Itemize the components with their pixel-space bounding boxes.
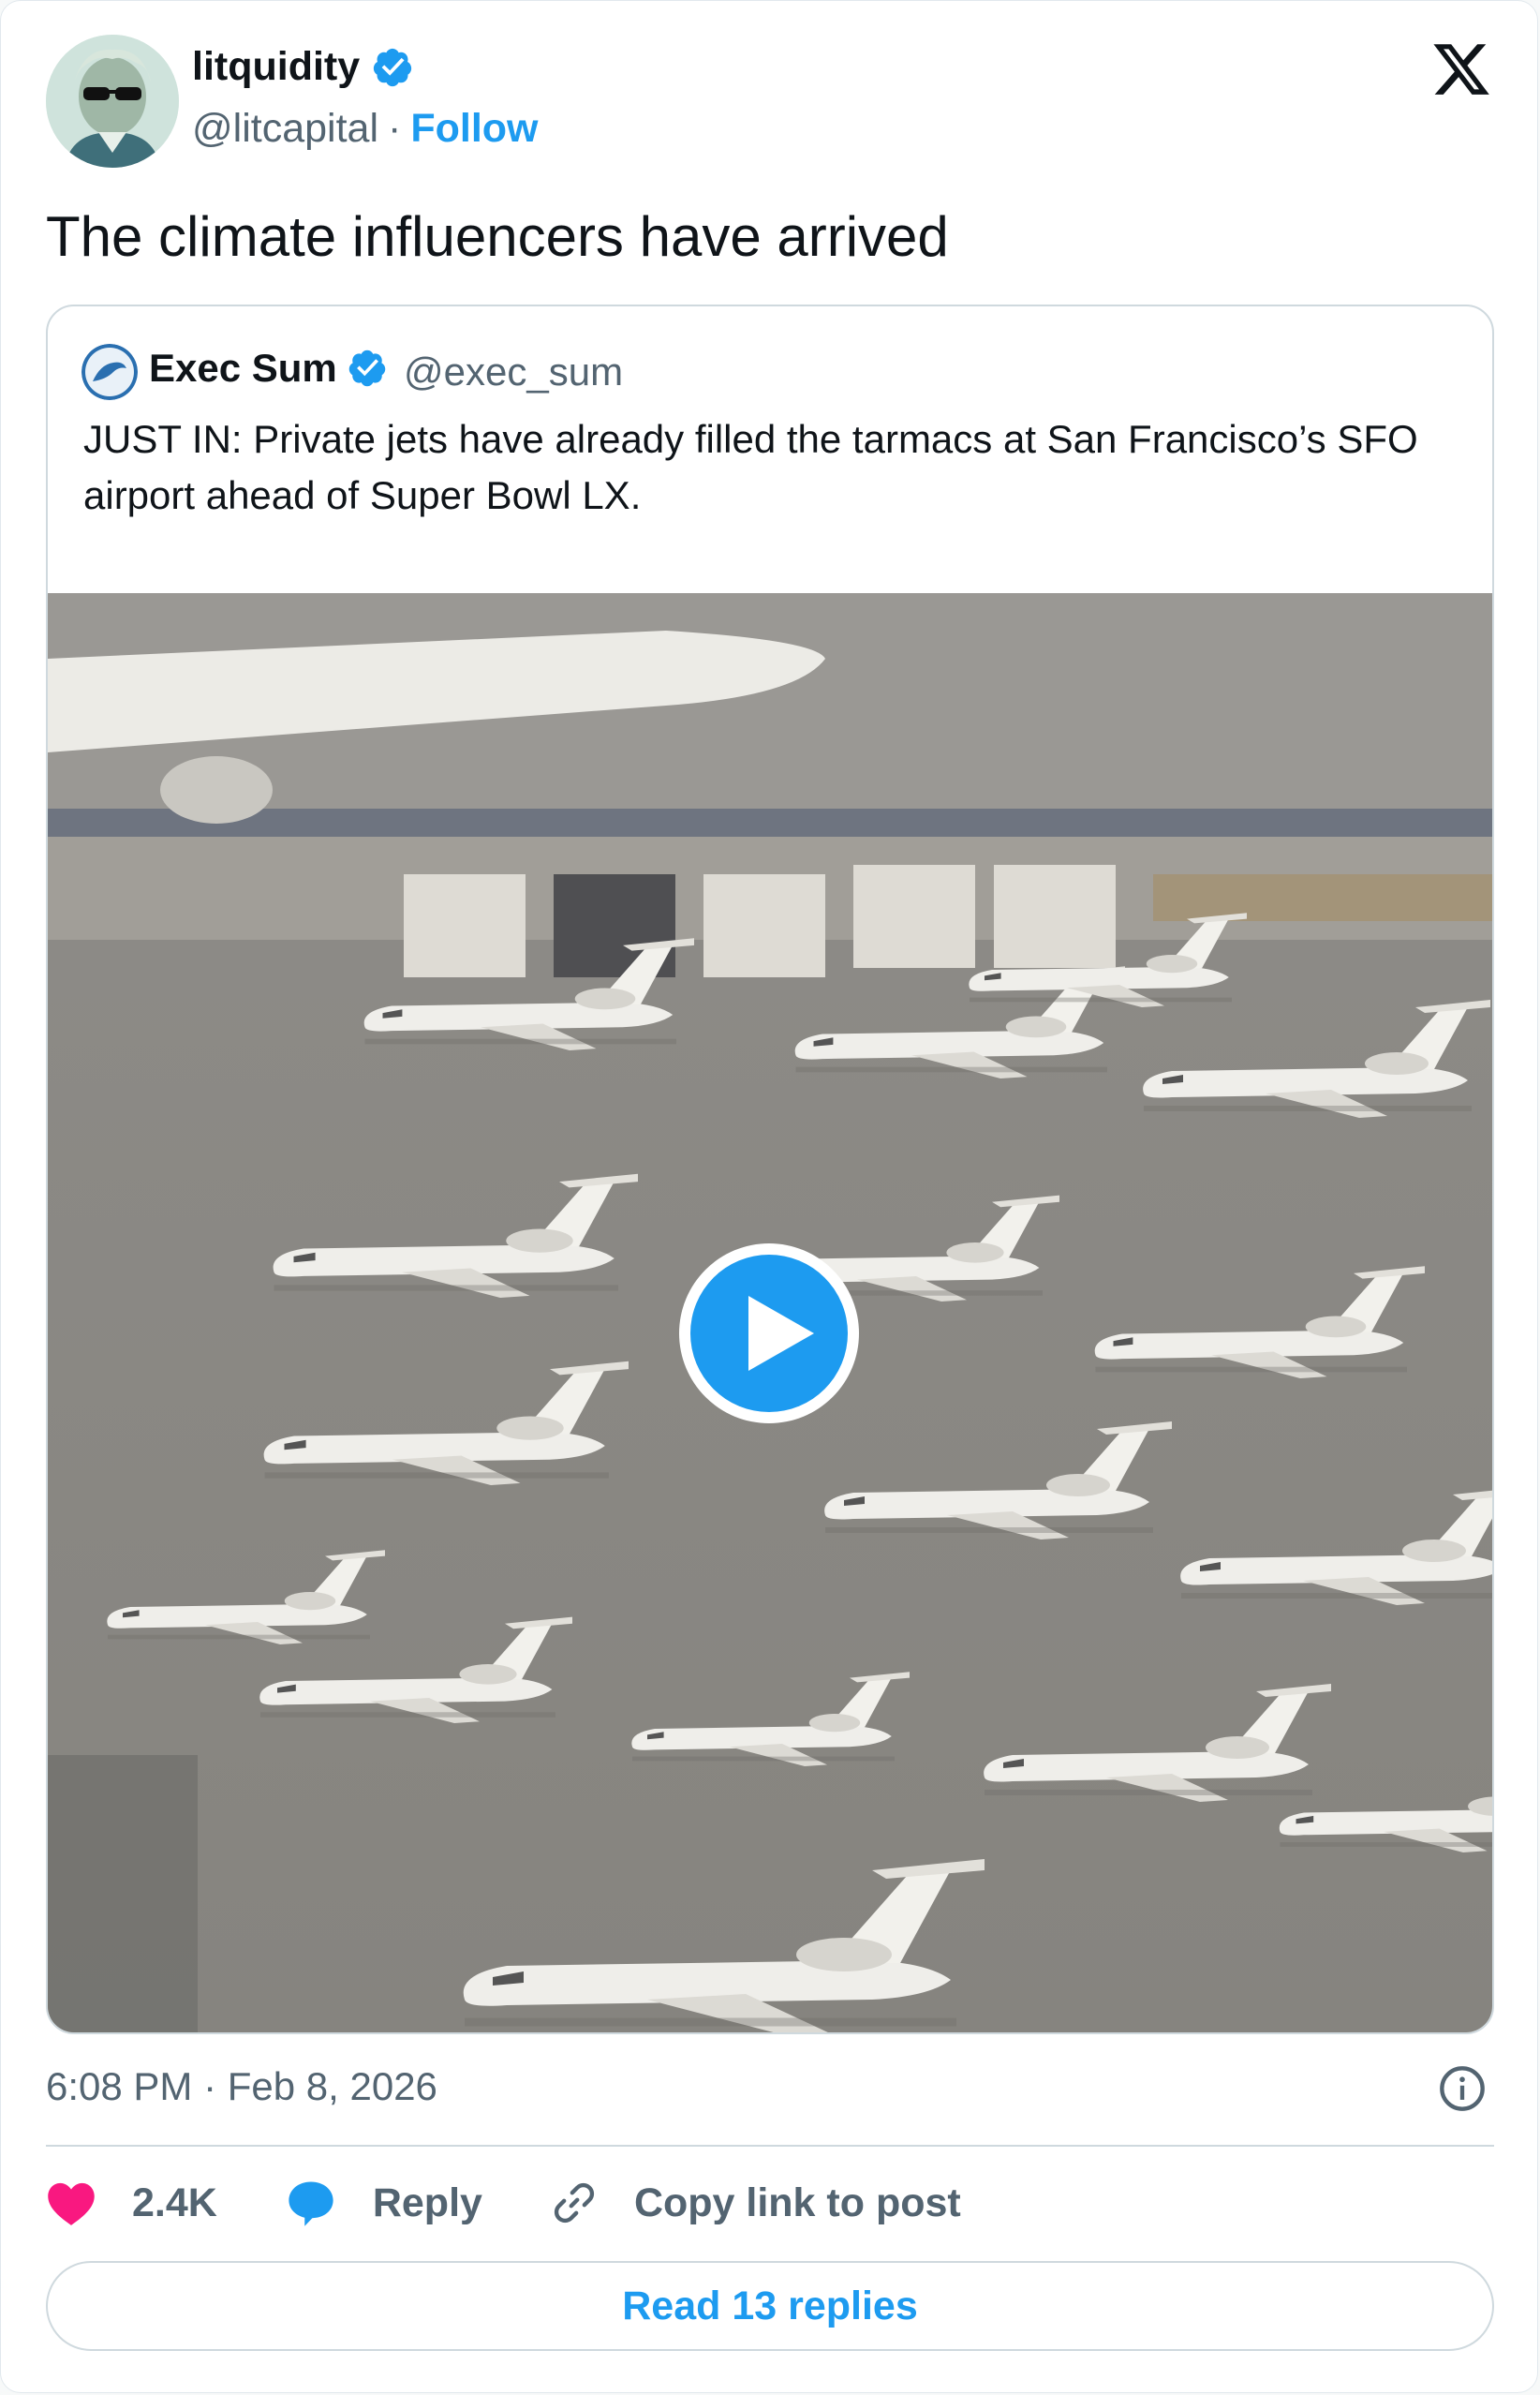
quoted-author-handle[interactable]: @exec_sum [404, 350, 623, 394]
quoted-tweet[interactable]: Exec Sum @exec_sum JUST IN: Private jets… [46, 305, 1494, 2034]
quoted-author-avatar[interactable] [81, 344, 138, 400]
author-handle[interactable]: @litcapital [192, 106, 378, 151]
x-logo-icon[interactable] [1429, 38, 1494, 100]
like-count: 2.4K [132, 2179, 217, 2225]
copy-link-button[interactable]: Copy link to post [550, 2179, 961, 2227]
tweet-timestamp[interactable]: 6:08 PM · Feb 8, 2026 [46, 2064, 437, 2109]
reply-bubble-icon [289, 2181, 333, 2226]
info-icon[interactable] [1438, 2064, 1487, 2113]
read-replies-button[interactable]: Read 13 replies [46, 2261, 1494, 2351]
like-button[interactable]: 2.4K [46, 2179, 217, 2226]
reply-label: Reply [372, 2179, 482, 2225]
copy-link-label: Copy link to post [633, 2179, 961, 2225]
video-thumbnail[interactable] [48, 593, 1492, 2032]
quoted-author-name[interactable]: Exec Sum [149, 346, 388, 391]
author-name-text: litquidity [192, 44, 361, 89]
author-avatar[interactable] [46, 35, 179, 168]
reply-button[interactable]: Reply [285, 2178, 482, 2228]
follow-button[interactable]: Follow [410, 106, 538, 151]
play-icon[interactable] [675, 1240, 863, 1427]
quoted-tweet-text: JUST IN: Private jets have already fille… [83, 417, 1418, 517]
divider [46, 2145, 1494, 2147]
link-icon [554, 2182, 595, 2224]
heart-icon [48, 2182, 95, 2225]
tweet-text: The climate influencers have arrived [46, 205, 949, 268]
action-bar: 2.4K Reply Copy link to post [46, 2173, 1029, 2233]
tweet-embed-card: litquidity @litcapital · Follow The climat… [0, 0, 1538, 2393]
author-handle-line: @litcapital · Follow [192, 106, 538, 152]
verified-badge-icon [348, 350, 386, 387]
verified-badge-icon [374, 48, 412, 86]
quoted-author-name-text: Exec Sum [149, 346, 337, 390]
separator-dot: · [388, 106, 402, 151]
author-name[interactable]: litquidity [192, 44, 414, 90]
read-replies-label: Read 13 replies [622, 2283, 918, 2328]
